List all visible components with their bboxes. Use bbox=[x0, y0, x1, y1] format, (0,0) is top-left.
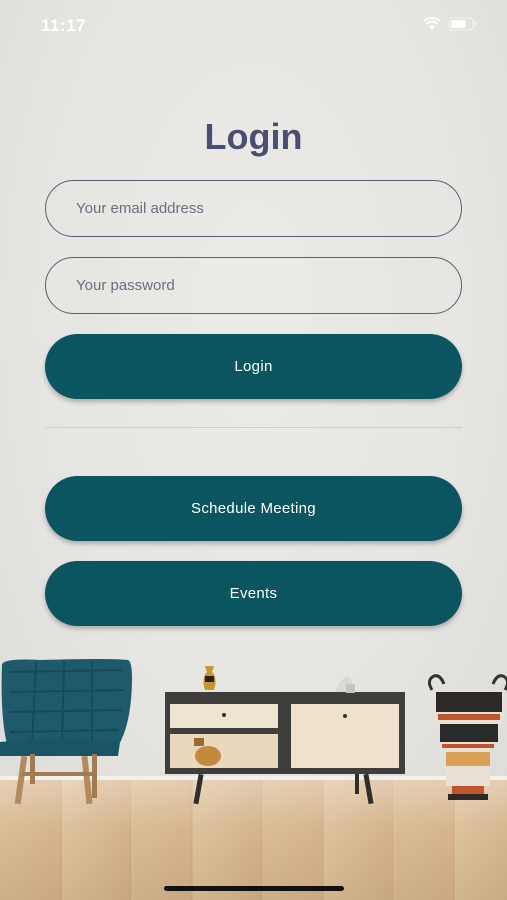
email-field[interactable] bbox=[45, 180, 462, 237]
schedule-meeting-button[interactable]: Schedule Meeting bbox=[45, 476, 462, 541]
battery-icon bbox=[449, 17, 477, 31]
login-button[interactable]: Login bbox=[45, 334, 462, 399]
page-title: Login bbox=[204, 116, 303, 157]
events-button[interactable]: Events bbox=[45, 561, 462, 626]
sideboard bbox=[165, 666, 405, 805]
amphora bbox=[427, 674, 507, 800]
armchair bbox=[0, 659, 132, 805]
status-time: 11:17 bbox=[41, 16, 87, 35]
home-indicator[interactable] bbox=[164, 886, 344, 891]
room-illustration bbox=[0, 659, 507, 805]
wifi-icon bbox=[423, 17, 441, 31]
status-bar: 11:17 bbox=[0, 0, 507, 50]
status-icons bbox=[423, 17, 477, 31]
password-field[interactable] bbox=[45, 257, 462, 314]
divider bbox=[45, 427, 462, 428]
login-screen: 11:17 Login Login Schedule Meeting bbox=[0, 0, 507, 900]
